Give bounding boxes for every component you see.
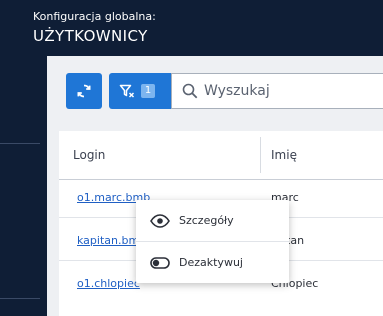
column-header-login[interactable]: Login: [73, 131, 105, 179]
context-menu: Szczegóły Dezaktywuj: [136, 200, 289, 283]
header-divider: [59, 179, 383, 180]
menu-item-label: Szczegóły: [179, 214, 234, 227]
login-link[interactable]: kapitan.bm: [77, 234, 139, 247]
login-link[interactable]: o1.chlopiec: [77, 277, 140, 290]
page-subtitle: Konfiguracja globalna:: [33, 10, 156, 23]
filter-count-badge: 1: [141, 84, 155, 98]
menu-item-label: Dezaktywuj: [179, 256, 243, 269]
refresh-icon: [77, 84, 91, 98]
sidebar-divider: [0, 298, 40, 299]
filter-clear-icon: [119, 84, 135, 98]
search-placeholder: Wyszukaj: [204, 83, 270, 99]
column-divider: [260, 137, 261, 173]
toggle-off-icon: [150, 256, 170, 269]
sidebar-divider: [0, 143, 40, 144]
eye-icon: [150, 213, 170, 228]
refresh-button[interactable]: [66, 73, 102, 109]
sidebar: [0, 0, 47, 316]
column-header-name[interactable]: Imię: [271, 131, 297, 179]
search-input[interactable]: Wyszukaj: [171, 73, 383, 109]
menu-item-details[interactable]: Szczegóły: [136, 200, 289, 241]
menu-item-deactivate[interactable]: Dezaktywuj: [136, 242, 289, 283]
search-icon: [182, 83, 198, 99]
page-title: UŻYTKOWNICY: [33, 27, 148, 45]
filter-button[interactable]: 1: [109, 73, 171, 109]
page-header: Konfiguracja globalna: UŻYTKOWNICY: [33, 10, 156, 45]
